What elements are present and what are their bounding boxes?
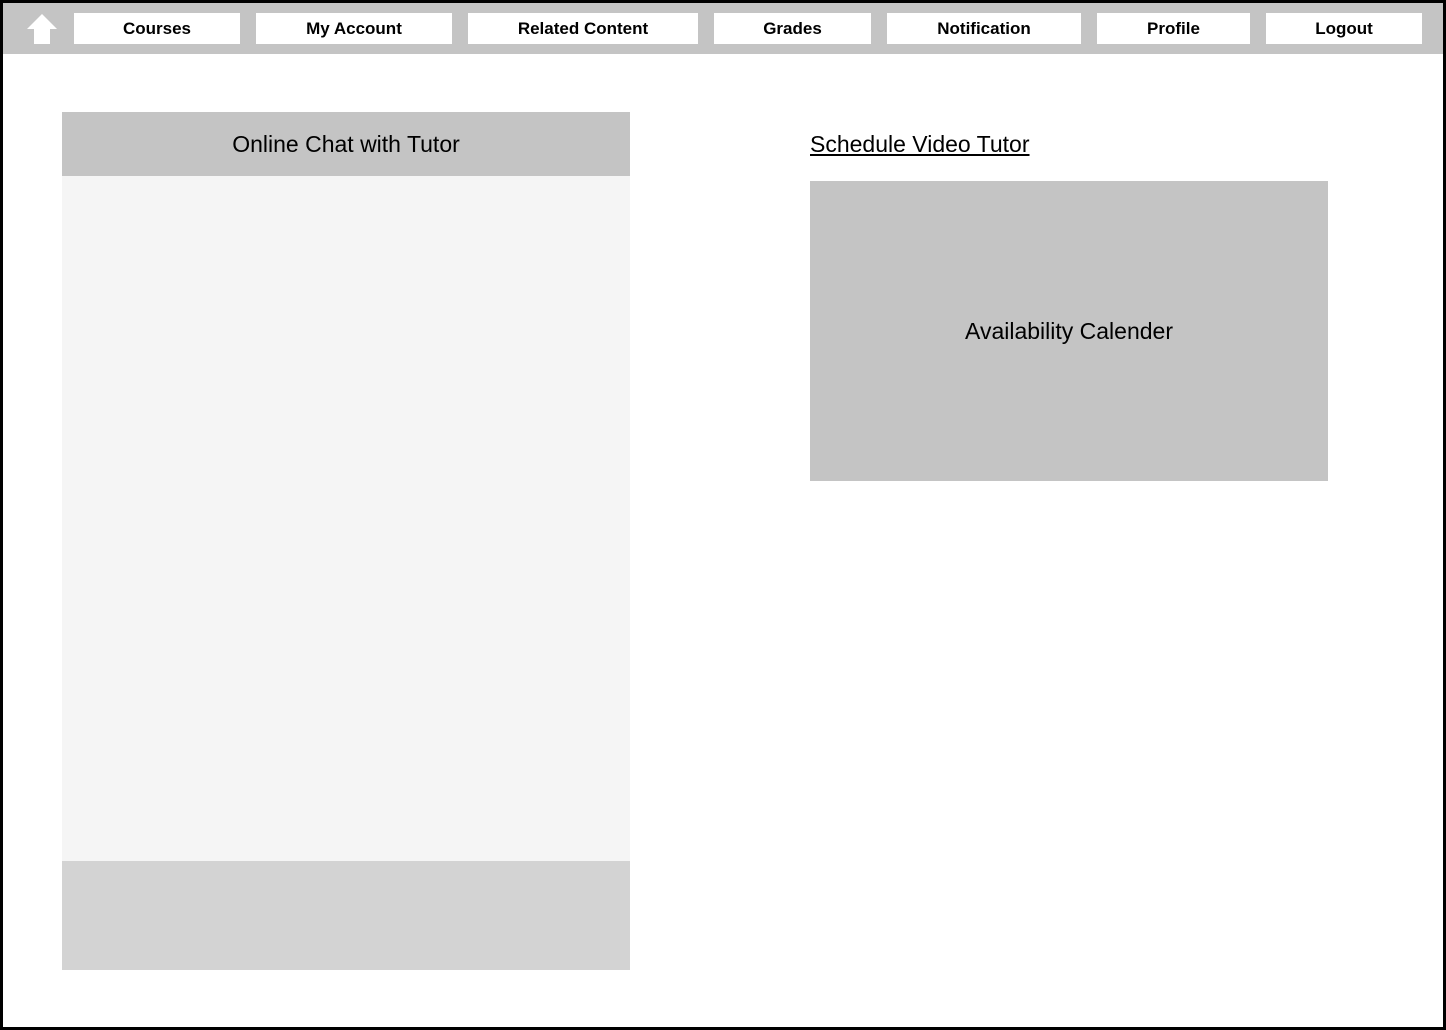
nav-notification-button[interactable]: Notification: [887, 13, 1081, 44]
chat-messages-area[interactable]: [62, 176, 630, 861]
availability-calendar-label: Availability Calender: [965, 317, 1173, 344]
chat-message-input[interactable]: [62, 861, 630, 970]
chat-title: Online Chat with Tutor: [62, 112, 630, 176]
nav-my-account-button[interactable]: My Account: [256, 13, 452, 44]
home-button[interactable]: [25, 12, 59, 46]
nav-profile-button[interactable]: Profile: [1097, 13, 1250, 44]
nav-related-content-button[interactable]: Related Content: [468, 13, 698, 44]
home-icon: [27, 14, 57, 44]
app-window: Courses My Account Related Content Grade…: [0, 0, 1446, 1030]
nav-courses-button[interactable]: Courses: [74, 13, 240, 44]
schedule-video-tutor-link[interactable]: Schedule Video Tutor: [810, 131, 1030, 158]
top-navbar: Courses My Account Related Content Grade…: [3, 3, 1443, 54]
nav-logout-button[interactable]: Logout: [1266, 13, 1422, 44]
availability-calendar[interactable]: Availability Calender: [810, 181, 1328, 481]
nav-grades-button[interactable]: Grades: [714, 13, 871, 44]
tutor-chat-panel: Online Chat with Tutor: [62, 112, 630, 970]
